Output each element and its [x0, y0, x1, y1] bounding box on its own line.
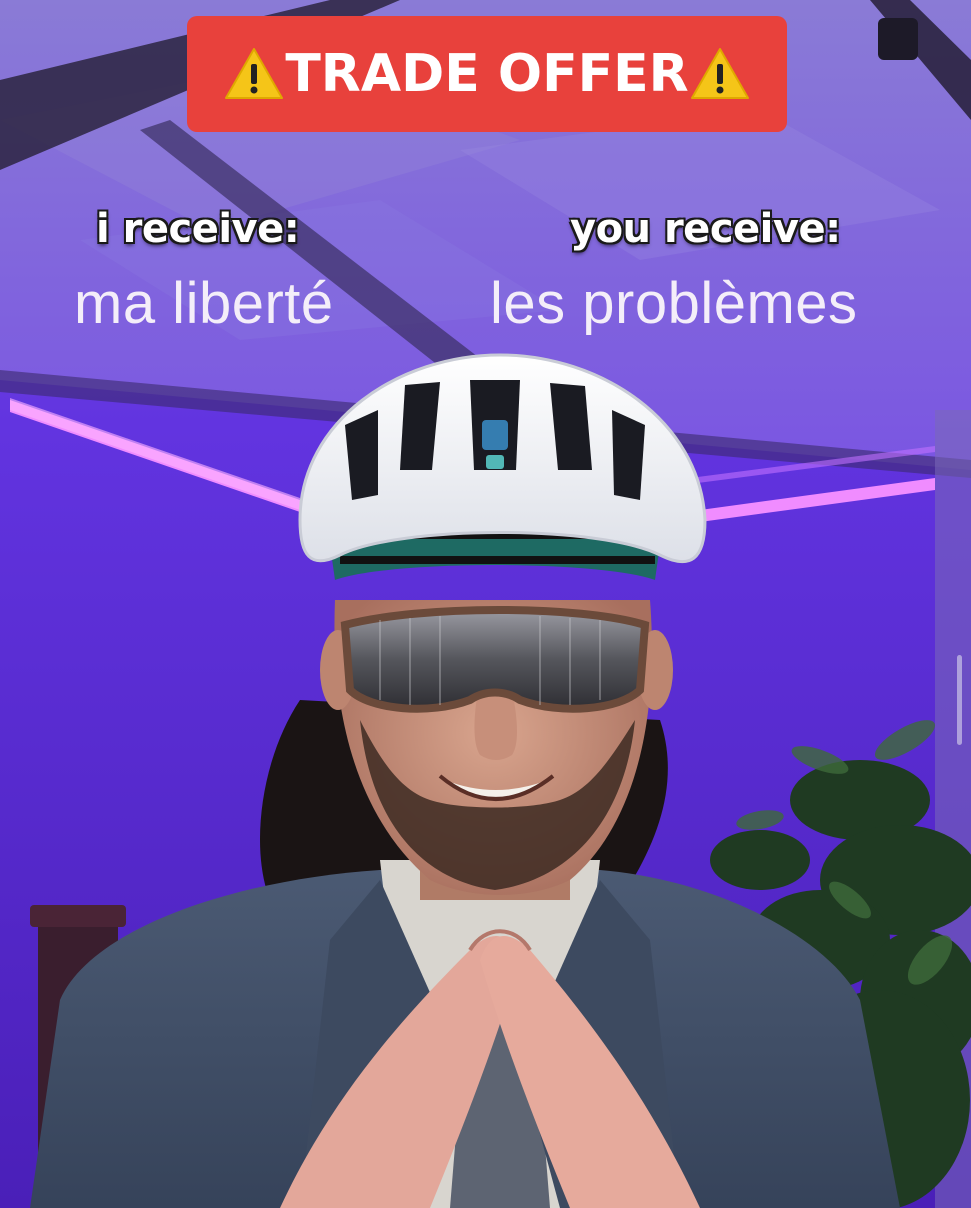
background-photo: [0, 0, 971, 1208]
i-receive-value: ma liberté: [74, 271, 334, 336]
i-receive-caption: i receive:: [96, 206, 300, 252]
you-receive-caption: you receive:: [570, 206, 841, 252]
trade-offer-banner: TRADE OFFER: [187, 16, 787, 132]
warning-icon: [689, 46, 751, 102]
scrollbar[interactable]: [957, 655, 962, 745]
you-receive-value: les problèmes: [490, 271, 858, 336]
warning-icon: [223, 46, 285, 102]
meme-scene: [0, 0, 971, 1208]
banner-title: TRADE OFFER: [285, 44, 689, 104]
